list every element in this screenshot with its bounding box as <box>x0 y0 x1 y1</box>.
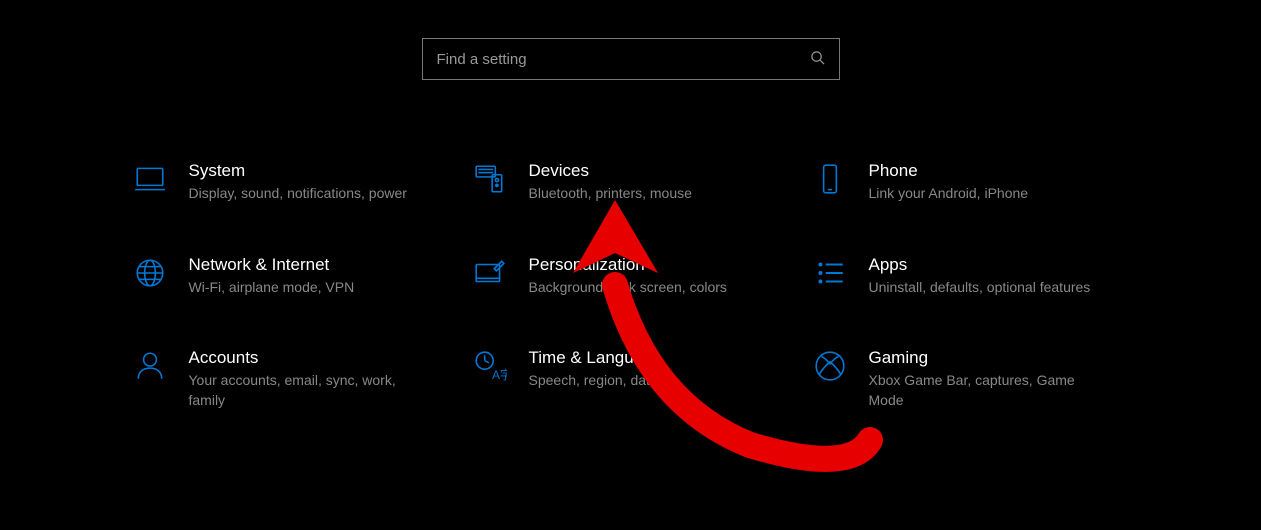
category-title: Accounts <box>189 347 431 369</box>
category-desc: Link your Android, iPhone <box>869 184 1111 204</box>
category-desc: Display, sound, notifications, power <box>189 184 431 204</box>
category-devices[interactable]: Devices Bluetooth, printers, mouse <box>471 160 801 204</box>
person-icon <box>131 347 169 385</box>
category-desc: Background, lock screen, colors <box>529 278 771 298</box>
category-desc: Your accounts, email, sync, work, family <box>189 371 431 410</box>
category-title: Phone <box>869 160 1111 182</box>
search-input[interactable] <box>437 51 810 68</box>
category-phone[interactable]: Phone Link your Android, iPhone <box>811 160 1141 204</box>
system-icon <box>131 160 169 198</box>
category-desc: Wi-Fi, airplane mode, VPN <box>189 278 431 298</box>
devices-icon <box>471 160 509 198</box>
apps-icon <box>811 254 849 292</box>
category-network[interactable]: Network & Internet Wi-Fi, airplane mode,… <box>131 254 461 298</box>
paint-icon <box>471 254 509 292</box>
category-time-language[interactable]: A字 Time & Language Speech, region, date <box>471 347 801 410</box>
search-container <box>0 0 1261 80</box>
category-title: Time & Language <box>529 347 771 369</box>
category-desc: Bluetooth, printers, mouse <box>529 184 771 204</box>
category-personalization[interactable]: Personalization Background, lock screen,… <box>471 254 801 298</box>
category-title: System <box>189 160 431 182</box>
globe-icon <box>131 254 169 292</box>
time-language-icon: A字 <box>471 347 509 385</box>
settings-grid: System Display, sound, notifications, po… <box>0 160 1261 411</box>
svg-text:A字: A字 <box>492 368 507 382</box>
category-system[interactable]: System Display, sound, notifications, po… <box>131 160 461 204</box>
phone-icon <box>811 160 849 198</box>
category-desc: Uninstall, defaults, optional features <box>869 278 1111 298</box>
category-title: Gaming <box>869 347 1111 369</box>
category-desc: Speech, region, date <box>529 371 771 391</box>
category-accounts[interactable]: Accounts Your accounts, email, sync, wor… <box>131 347 461 410</box>
search-box[interactable] <box>422 38 840 80</box>
category-gaming[interactable]: Gaming Xbox Game Bar, captures, Game Mod… <box>811 347 1141 410</box>
category-title: Apps <box>869 254 1111 276</box>
category-apps[interactable]: Apps Uninstall, defaults, optional featu… <box>811 254 1141 298</box>
category-desc: Xbox Game Bar, captures, Game Mode <box>869 371 1111 410</box>
xbox-icon <box>811 347 849 385</box>
category-title: Personalization <box>529 254 771 276</box>
category-title: Devices <box>529 160 771 182</box>
search-icon <box>810 50 825 68</box>
category-title: Network & Internet <box>189 254 431 276</box>
